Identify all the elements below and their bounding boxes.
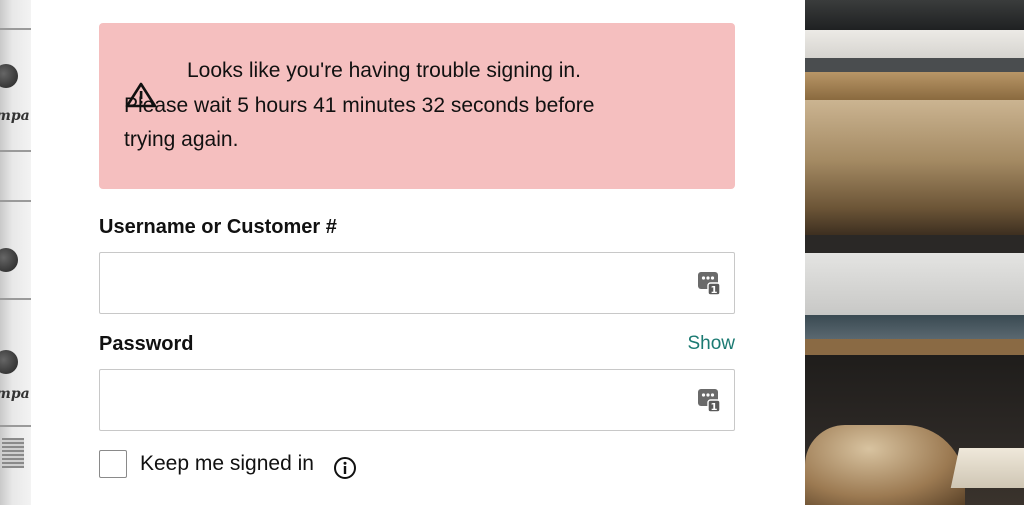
alert-message-line-2: Please wait 5 hours 41 minutes 32 second… <box>124 94 595 117</box>
username-label: Username or Customer # <box>99 216 337 238</box>
keep-signed-in-label[interactable]: Keep me signed in <box>140 452 314 476</box>
info-icon[interactable] <box>333 456 357 480</box>
password-manager-icon[interactable]: 1 <box>697 270 721 296</box>
left-background-photo: mpa mpa <box>0 0 31 505</box>
password-field-container: 1 <box>99 369 735 431</box>
password-input[interactable] <box>100 370 690 430</box>
password-label: Password <box>99 333 194 355</box>
show-password-link[interactable]: Show <box>687 333 735 355</box>
sign-in-error-alert: Looks like you're having trouble signing… <box>99 23 735 189</box>
username-input[interactable] <box>100 253 690 313</box>
svg-text:1: 1 <box>711 402 718 413</box>
password-manager-icon[interactable]: 1 <box>697 387 721 413</box>
alert-message-line-1: Looks like you're having trouble signing… <box>187 59 581 82</box>
svg-text:1: 1 <box>711 285 718 296</box>
right-background-photo <box>805 0 1024 505</box>
keep-signed-in-checkbox[interactable] <box>99 450 127 478</box>
alert-message-line-3: trying again. <box>124 128 239 151</box>
login-page: mpa mpa Looks like you're ha <box>0 0 1024 505</box>
username-field-container: 1 <box>99 252 735 314</box>
